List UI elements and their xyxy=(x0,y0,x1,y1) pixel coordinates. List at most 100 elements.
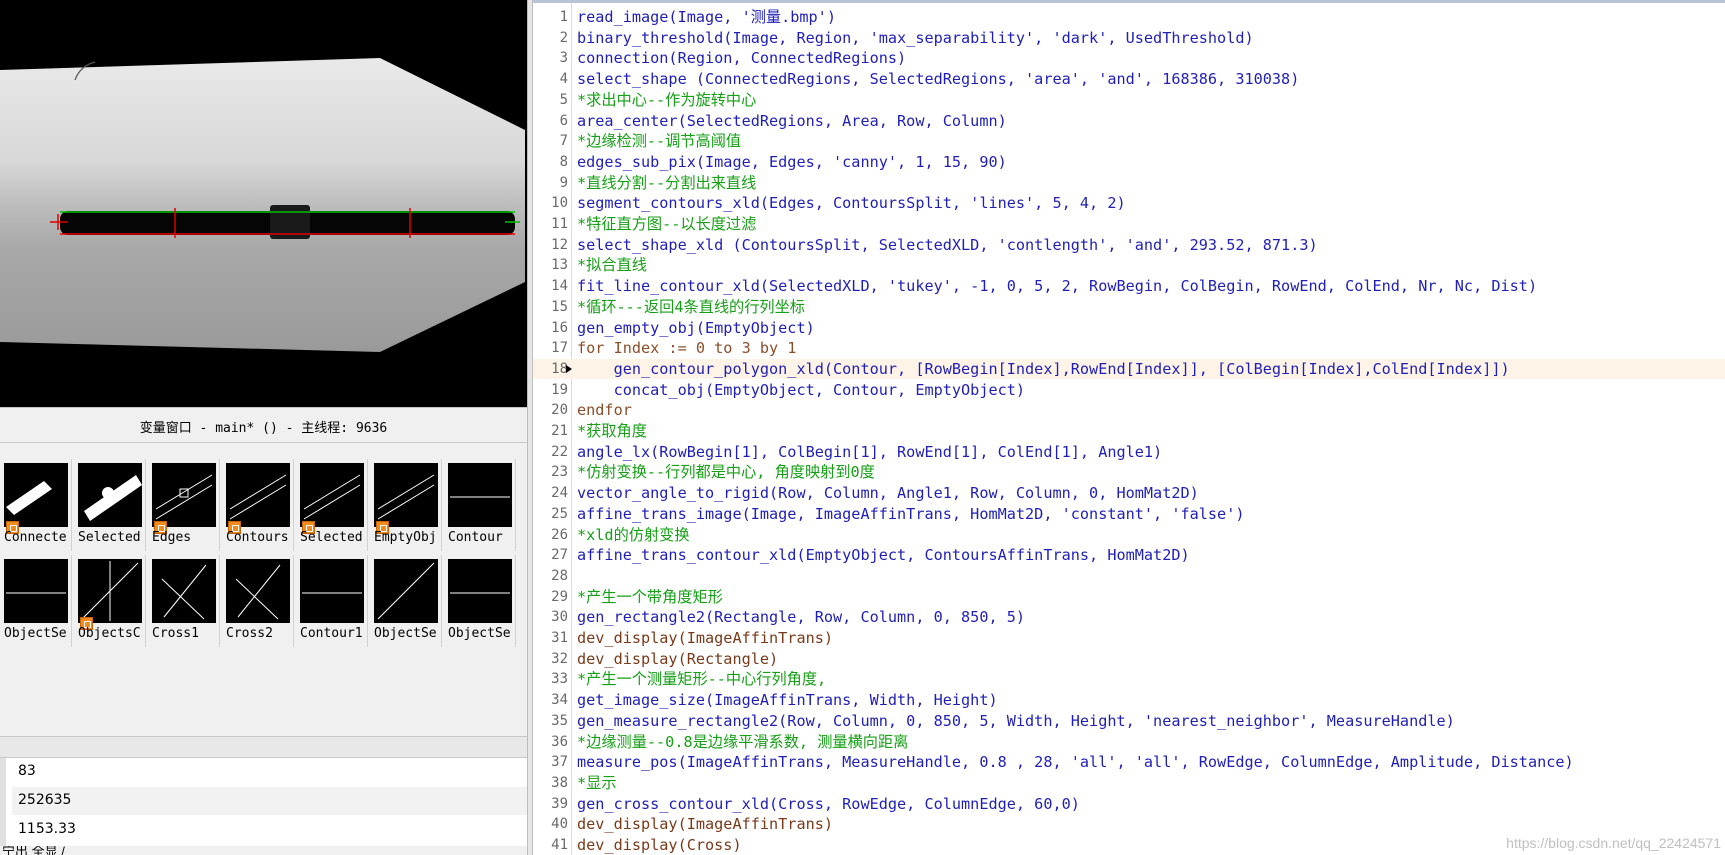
iconic-variable-thumb[interactable]: EmptyObj xyxy=(370,459,442,551)
code-statement: affine_trans_image(Image, ImageAffinTran… xyxy=(577,504,1245,523)
line-number: 31 xyxy=(551,630,568,646)
value-row[interactable]: 83 xyxy=(12,758,527,786)
code-line[interactable]: 28 xyxy=(533,566,1725,586)
watermark: https://blog.csdn.net/qq_22424571 xyxy=(1506,835,1721,851)
code-line[interactable]: 35 gen_measure_rectangle2(Row, Column, 0,… xyxy=(533,711,1725,731)
iconic-variable-label: EmptyObj xyxy=(374,530,437,545)
iconic-variable-thumb[interactable]: ObjectSe xyxy=(0,555,72,647)
code-comment: *xld的仿射变换 xyxy=(577,525,690,544)
iconic-variable-thumb[interactable]: Cross2 xyxy=(222,555,294,647)
code-line[interactable]: 10 segment_contours_xld(Edges, ContoursSp… xyxy=(533,193,1725,213)
control-variables-list[interactable]: 83 252635 1153.33 xyxy=(0,758,527,846)
code-statement: measure_pos(ImageAffinTrans, MeasureHand… xyxy=(577,753,1574,772)
iconic-variable-thumb[interactable]: Contour1 xyxy=(296,555,368,647)
code-line[interactable]: 33 *产生一个测量矩形--中心行列角度, xyxy=(533,669,1725,689)
line-number: 38 xyxy=(551,774,568,791)
line-number: 23 xyxy=(551,464,568,481)
code-line[interactable]: 16 gen_empty_obj(EmptyObject) xyxy=(533,318,1725,338)
line-number: 34 xyxy=(551,692,568,709)
line-number: 33 xyxy=(551,671,568,688)
line-number: 28 xyxy=(551,567,568,584)
code-line[interactable]: 15 *循环---返回4条直线的行列坐标 xyxy=(533,297,1725,317)
code-line[interactable]: 40 dev_display(ImageAffinTrans) xyxy=(533,814,1725,834)
iconic-variable-label: Cross1 xyxy=(152,626,199,641)
variable-window-title-text: 变量窗口 - main* () - 主线程: 9636 xyxy=(139,421,388,436)
code-comment: *特征直方图--以长度过滤 xyxy=(577,215,757,233)
code-statement: binary_threshold(Image, Region, 'max_sep… xyxy=(577,28,1254,47)
code-line[interactable]: 4 select_shape (ConnectedRegions, Selecte… xyxy=(533,69,1725,89)
code-line[interactable]: 37 measure_pos(ImageAffinTrans, MeasureHa… xyxy=(533,752,1725,772)
line-number: 8 xyxy=(559,153,568,170)
code-line[interactable]: 9 *直线分割--分割出来直线 xyxy=(533,173,1725,193)
line-number: 37 xyxy=(551,754,568,771)
code-line[interactable]: 20 endfor xyxy=(533,400,1725,420)
line-thumb-icon xyxy=(374,559,438,623)
graphics-window[interactable] xyxy=(0,0,527,407)
iconic-variable-thumb[interactable]: ObjectsC xyxy=(74,555,146,647)
code-line[interactable]: 27 affine_trans_contour_xld(EmptyObject, … xyxy=(533,545,1725,565)
code-line[interactable]: 31 dev_display(ImageAffinTrans) xyxy=(533,628,1725,648)
code-line[interactable]: 17 for Index := 0 to 3 by 1 xyxy=(533,338,1725,358)
code-statement: segment_contours_xld(Edges, ContoursSpli… xyxy=(577,194,1126,213)
code-line[interactable]: 11 *特征直方图--以长度过滤 xyxy=(533,214,1725,234)
code-line[interactable]: 23 *仿射变换--行列都是中心, 角度映射到0度 xyxy=(533,462,1725,482)
code-line[interactable]: 38 *显示 xyxy=(533,773,1725,793)
iconic-variable-label: Contours xyxy=(226,530,289,545)
iconic-variable-thumb[interactable]: Cross1 xyxy=(148,555,220,647)
code-statement: select_shape (ConnectedRegions, Selected… xyxy=(577,70,1300,89)
line-number: 21 xyxy=(551,423,568,439)
value-row[interactable]: 1153.33 xyxy=(12,816,527,844)
line-number: 5 xyxy=(559,91,568,108)
code-line[interactable]: 21 *获取角度 xyxy=(533,421,1725,441)
code-statement: select_shape_xld (ContoursSplit, Selecte… xyxy=(577,235,1318,254)
iconic-variable-thumb[interactable]: Selected xyxy=(74,459,146,551)
code-line[interactable]: 19 concat_obj(EmptyObject, Contour, Empt… xyxy=(533,380,1725,400)
line-number: 2 xyxy=(559,29,568,46)
code-statement: angle_lx(RowBegin[1], ColBegin[1], RowEn… xyxy=(577,442,1163,461)
contours-thumb-icon xyxy=(226,463,290,527)
code-line[interactable]: 32 dev_display(Rectangle) xyxy=(533,649,1725,669)
code-line[interactable]: 13 *拟合直线 xyxy=(533,255,1725,275)
iconic-variable-thumb[interactable]: Connecte xyxy=(0,459,72,551)
code-line[interactable]: 18 gen_contour_polygon_xld(Contour, [Row… xyxy=(533,358,1725,379)
code-line[interactable]: 26 *xld的仿射变换 xyxy=(533,525,1725,545)
value-row[interactable]: 252635 xyxy=(12,787,527,815)
iconic-variable-thumb[interactable]: Contours xyxy=(222,459,294,551)
code-line[interactable]: 34 get_image_size(ImageAffinTrans, Width,… xyxy=(533,690,1725,710)
line-number: 15 xyxy=(551,298,568,315)
line-number: 14 xyxy=(551,278,568,295)
code-line[interactable]: 29 *产生一个带角度矩形 xyxy=(533,587,1725,607)
program-editor[interactable]: 1 read_image(Image, '测量.bmp') 2 binary_thre… xyxy=(533,0,1725,855)
code-line[interactable]: 2 binary_threshold(Image, Region, 'max_se… xyxy=(533,28,1725,48)
iconic-variable-label: ObjectSe xyxy=(4,626,67,641)
code-statement: concat_obj(EmptyObject, Contour, EmptyOb… xyxy=(577,380,1026,399)
iconic-variable-thumb[interactable]: ObjectSe xyxy=(444,555,516,647)
code-line[interactable]: 7 *边缘检测--调节高阈值 xyxy=(533,131,1725,151)
iconic-variable-label: Edges xyxy=(152,530,192,545)
code-comment: *仿射变换--行列都是中心, 角度映射到0度 xyxy=(577,463,875,482)
code-line[interactable]: 8 edges_sub_pix(Image, Edges, 'canny', 1,… xyxy=(533,152,1725,172)
code-line[interactable]: 30 gen_rectangle2(Rectangle, Row, Column,… xyxy=(533,607,1725,627)
iconic-variable-thumb[interactable]: Edges xyxy=(148,459,220,551)
iconic-variables-panel[interactable]: Connecte Selected Edges Contours Selected Emp… xyxy=(0,443,527,736)
code-line[interactable]: 25 affine_trans_image(Image, ImageAffinTr… xyxy=(533,504,1725,524)
code-line[interactable]: 36 *边缘测量--0.8是边缘平滑系数, 测量横向距离 xyxy=(533,732,1725,752)
iconic-variable-thumb[interactable]: ObjectSe xyxy=(370,555,442,647)
code-line[interactable]: 22 angle_lx(RowBegin[1], ColBegin[1], Row… xyxy=(533,442,1725,462)
iconic-variable-thumb[interactable]: Selected xyxy=(296,459,368,551)
line-number: 20 xyxy=(551,402,568,419)
code-line[interactable]: 24 vector_angle_to_rigid(Row, Column, Ang… xyxy=(533,483,1725,503)
region-thumb-icon xyxy=(78,463,142,527)
line-number: 10 xyxy=(551,195,568,212)
code-line[interactable]: 39 gen_cross_contour_xld(Cross, RowEdge, … xyxy=(533,794,1725,814)
code-line[interactable]: 12 select_shape_xld (ContoursSplit, Selec… xyxy=(533,235,1725,255)
code-line[interactable]: 6 area_center(SelectedRegions, Area, Row,… xyxy=(533,111,1725,131)
code-statement: fit_line_contour_xld(SelectedXLD, 'tukey… xyxy=(577,277,1538,296)
code-line[interactable]: 5 *求出中心--作为旋转中心 xyxy=(533,90,1725,110)
code-line[interactable]: 1 read_image(Image, '测量.bmp') xyxy=(533,7,1725,27)
iconic-variable-thumb[interactable]: Contour xyxy=(444,459,516,551)
line-thumb-icon xyxy=(300,559,364,623)
code-line[interactable]: 3 connection(Region, ConnectedRegions) xyxy=(533,48,1725,68)
contours-thumb-icon xyxy=(300,463,364,527)
code-line[interactable]: 14 fit_line_contour_xld(SelectedXLD, 'tuk… xyxy=(533,276,1725,296)
